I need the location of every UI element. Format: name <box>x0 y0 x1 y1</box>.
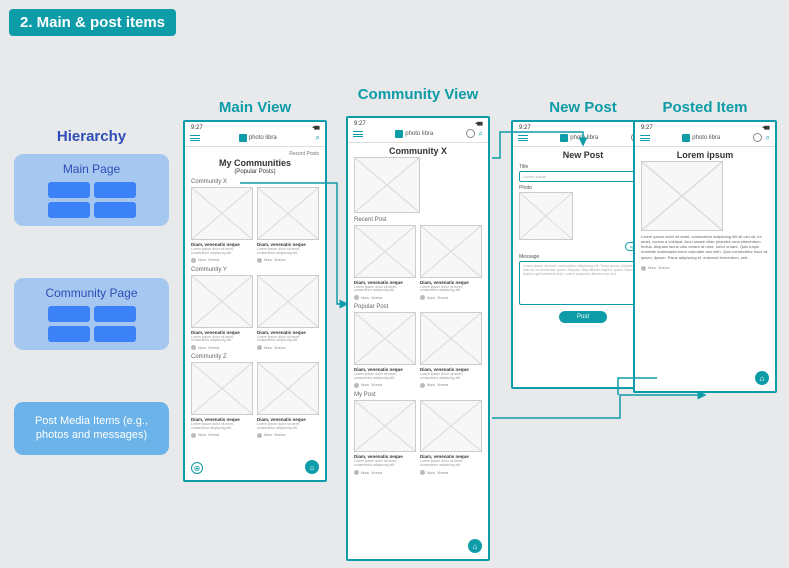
search-icon[interactable]: ⌕ <box>766 133 770 143</box>
image-placeholder-icon <box>191 362 253 415</box>
image-placeholder-icon <box>354 225 416 278</box>
app-logo: photo libra <box>395 130 433 138</box>
page-title: New Post <box>519 151 647 161</box>
avatar-icon <box>641 266 646 271</box>
post-body: Lorem ipsum dolor sit amet, consectetur … <box>641 234 769 260</box>
post-card[interactable]: Diam, venenatis nequeLorem ipsum dolor s… <box>420 400 482 475</box>
section-badge: 2. Main & post items <box>9 9 176 36</box>
hamburger-icon[interactable] <box>353 130 363 139</box>
section-header: Recent Post <box>354 217 482 223</box>
hierarchy-main-label: Main Page <box>63 162 120 176</box>
post-button[interactable]: Post <box>559 311 607 323</box>
recent-posts-link[interactable]: Recent Posts <box>191 151 319 157</box>
post-card[interactable]: Diam, venenatis nequeLorem ipsum dolor s… <box>354 225 416 300</box>
image-placeholder-icon <box>420 225 482 278</box>
avatar-icon <box>191 258 196 263</box>
hierarchy-title: Hierarchy <box>14 128 169 145</box>
app-bar: photo libra ⌕ <box>513 131 653 147</box>
avatar-icon <box>257 433 262 438</box>
post-card[interactable]: Diam, venenatis nequeLorem ipsum dolor s… <box>257 275 319 350</box>
app-bar: photo libra ⌕ <box>348 127 488 143</box>
hierarchy-community-page: Community Page <box>14 278 169 350</box>
hierarchy-community-label: Community Page <box>45 286 137 300</box>
title-input[interactable]: Lorem ipsum <box>519 171 647 182</box>
section-header: My Post <box>354 392 482 398</box>
page-title: Community X <box>354 147 482 157</box>
column-title-community: Community View <box>346 86 490 103</box>
hamburger-icon[interactable] <box>190 134 200 143</box>
hero-image-placeholder <box>354 157 420 213</box>
mockup-community-view: 9:27••▮▮▮ photo libra ⌕ Community X Rece… <box>346 116 490 561</box>
hamburger-icon[interactable] <box>640 134 650 143</box>
image-placeholder-icon <box>257 187 319 240</box>
post-title: Lorem ipsum <box>641 151 769 161</box>
avatar-icon <box>420 383 425 388</box>
profile-icon[interactable] <box>753 133 762 142</box>
image-placeholder-icon <box>191 187 253 240</box>
post-card[interactable]: Diam, venenatis nequeLorem ipsum dolor s… <box>257 362 319 437</box>
avatar-icon <box>257 258 262 263</box>
section-header: Community X <box>191 179 319 185</box>
status-bar: 9:27••▮▮▮ <box>513 122 653 131</box>
profile-icon[interactable] <box>466 129 475 138</box>
app-bar: photo libra ⌕ <box>185 131 325 147</box>
post-card[interactable]: Diam, venenatis nequeLorem ipsum dolor s… <box>191 362 253 437</box>
home-fab[interactable]: ⌂ <box>755 371 769 385</box>
image-placeholder-icon <box>354 400 416 453</box>
avatar-icon <box>191 345 196 350</box>
image-placeholder-icon <box>420 400 482 453</box>
section-header: Community Y <box>191 267 319 273</box>
section-header: Popular Post <box>354 304 482 310</box>
photo-label: Photo <box>519 185 647 191</box>
home-fab[interactable]: ⌂ <box>305 460 319 474</box>
column-title-posted: Posted Item <box>633 99 777 116</box>
message-textarea[interactable]: Lorem ipsum sit amet, consectetur adipis… <box>519 261 647 305</box>
image-placeholder-icon <box>257 362 319 415</box>
hierarchy-post-items: Post Media Items (e.g., photos and messa… <box>14 402 169 455</box>
post-card[interactable]: Diam, venenatis nequeLorem ipsum dolor s… <box>191 187 253 262</box>
post-card[interactable]: Diam, venenatis nequeLorem ipsum dolor s… <box>354 400 416 475</box>
app-logo: photo libra <box>239 134 277 142</box>
avatar-icon <box>354 470 359 475</box>
post-card[interactable]: Diam, venenatis nequeLorem ipsum dolor s… <box>420 312 482 387</box>
app-logo: photo libra <box>682 134 720 142</box>
photo-upload-placeholder[interactable] <box>519 192 573 240</box>
status-bar: 9:27••▮▮▮ <box>348 118 488 127</box>
status-bar: 9:27••▮▮▮ <box>635 122 775 131</box>
post-image-placeholder <box>641 161 723 231</box>
status-bar: 9:27••▮▮▮ <box>185 122 325 131</box>
post-card[interactable]: Diam, venenatis nequeLorem ipsum dolor s… <box>420 225 482 300</box>
add-button[interactable]: ⊕ <box>191 462 203 474</box>
post-author: Nunc. Viverra <box>648 266 669 270</box>
post-card[interactable]: Diam, venenatis nequeLorem ipsum dolor s… <box>257 187 319 262</box>
avatar-icon <box>354 383 359 388</box>
image-placeholder-icon <box>191 275 253 328</box>
avatar-icon <box>354 295 359 300</box>
avatar-icon <box>257 345 262 350</box>
avatar-icon <box>191 433 196 438</box>
message-label: Message <box>519 254 647 260</box>
image-placeholder-icon <box>354 312 416 365</box>
column-title-main: Main View <box>183 99 327 116</box>
post-card[interactable]: Diam, venenatis nequeLorem ipsum dolor s… <box>191 275 253 350</box>
search-icon[interactable]: ⌕ <box>479 129 483 139</box>
app-logo: photo libra <box>560 134 598 142</box>
hierarchy-main-page: Main Page <box>14 154 169 226</box>
title-label: Title <box>519 164 647 170</box>
app-bar: photo libra ⌕ <box>635 131 775 147</box>
search-icon[interactable]: ⌕ <box>316 133 320 143</box>
avatar-icon <box>420 470 425 475</box>
image-placeholder-icon <box>420 312 482 365</box>
section-header: Community Z <box>191 354 319 360</box>
home-fab[interactable]: ⌂ <box>468 539 482 553</box>
mockup-main-view: 9:27••▮▮▮ photo libra ⌕ Recent Posts My … <box>183 120 327 482</box>
image-placeholder-icon <box>257 275 319 328</box>
avatar-icon <box>420 295 425 300</box>
page-title: My Communities(Popular Posts) <box>191 159 319 175</box>
post-card[interactable]: Diam, venenatis nequeLorem ipsum dolor s… <box>354 312 416 387</box>
hamburger-icon[interactable] <box>518 134 528 143</box>
hierarchy-panel: Hierarchy Main Page Community Page Post … <box>14 128 169 455</box>
mockup-posted-item: 9:27••▮▮▮ photo libra ⌕ Lorem ipsum Lore… <box>633 120 777 393</box>
